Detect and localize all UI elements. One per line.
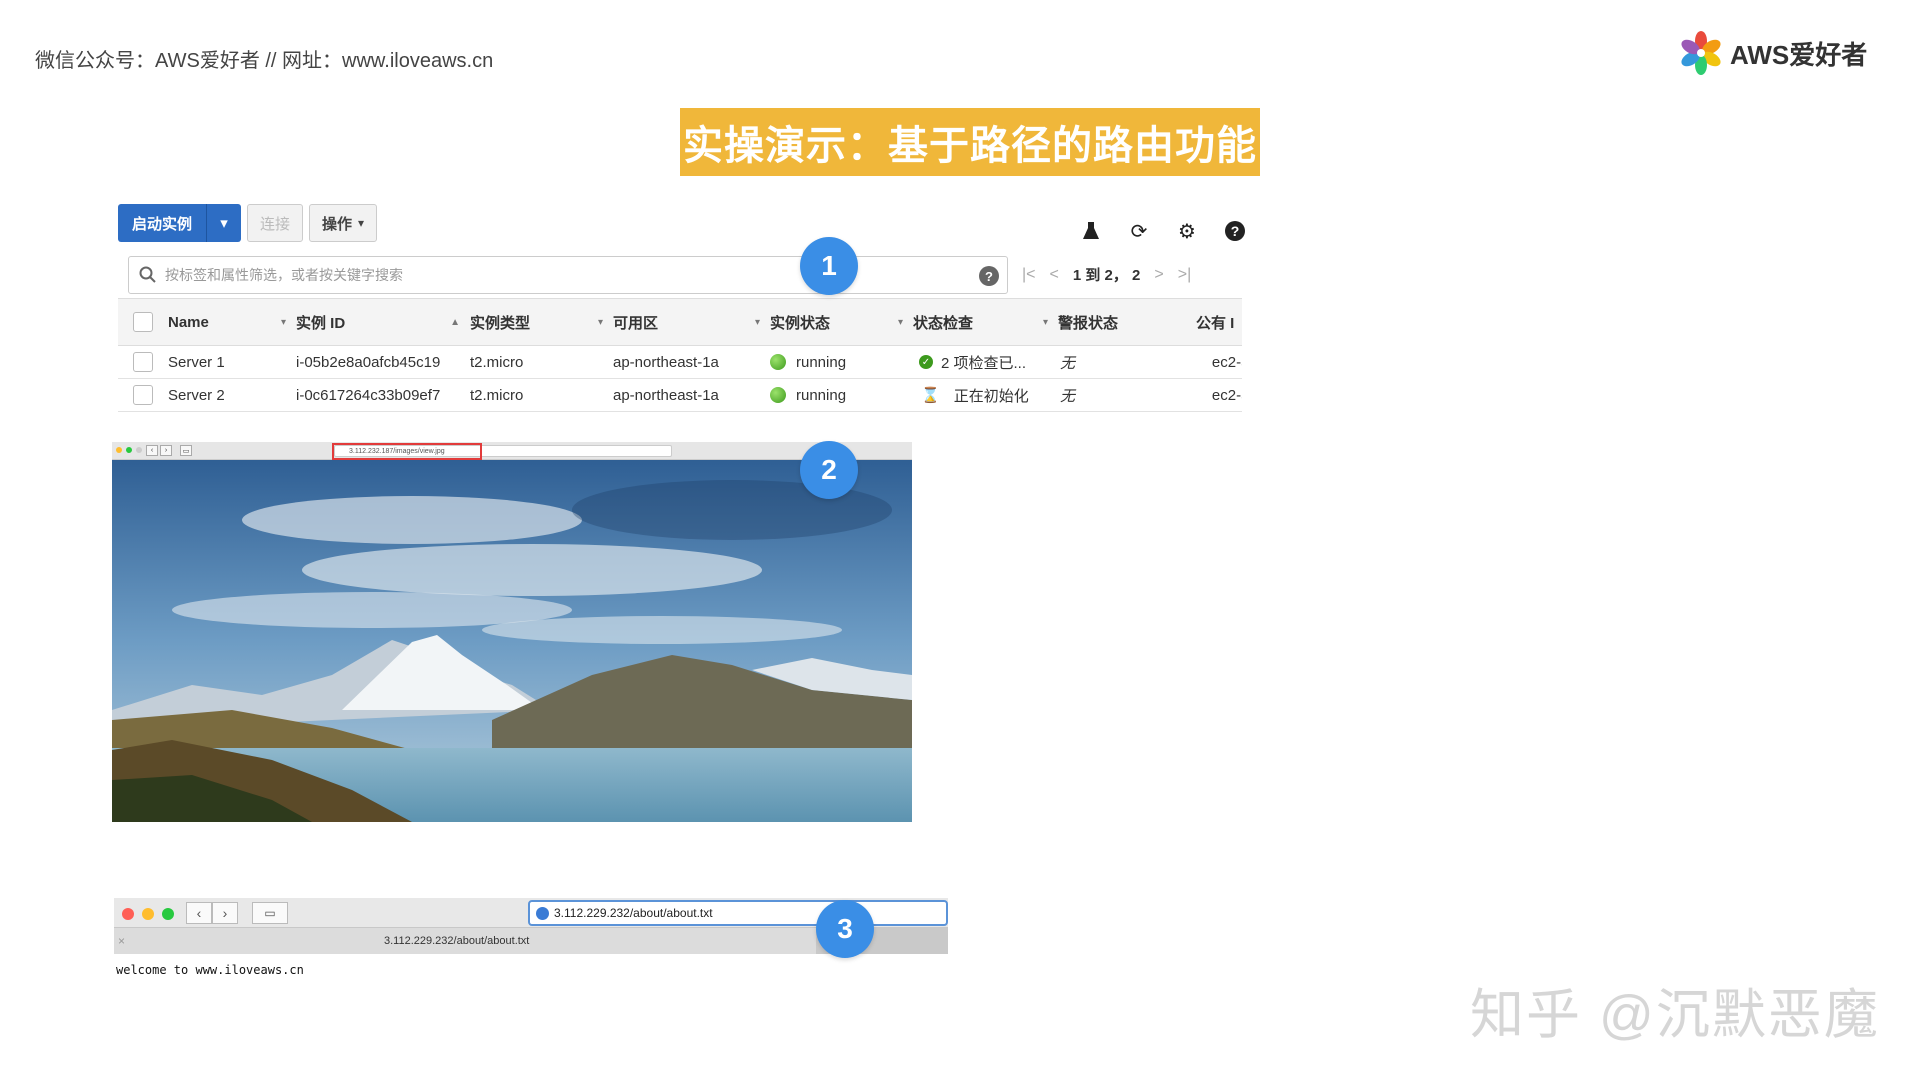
refresh-icon[interactable]: ⟳ — [1128, 220, 1150, 243]
window-controls — [122, 908, 174, 920]
running-status-icon — [770, 354, 786, 370]
cell-public: 🔔ec2-5 — [1211, 386, 1242, 404]
slide-title: 实操演示：基于路径的路由功能 — [680, 108, 1260, 176]
cell-type: t2.micro — [470, 353, 524, 371]
connect-button[interactable]: 连接 — [247, 204, 304, 242]
maximize-dot[interactable] — [162, 908, 174, 920]
cell-status-check[interactable]: ⌛ 正在初始化 — [913, 385, 1058, 406]
step-badge-1: 1 — [800, 237, 858, 295]
column-header[interactable]: 警报状态 — [1058, 312, 1196, 333]
watermark-text: 知乎 @沉默恶魔 — [1470, 985, 1880, 1045]
pager-text: 1 到 2， 2 — [1072, 267, 1141, 284]
tab-title: 3.112.229.232/about/about.txt — [384, 935, 530, 947]
search-input[interactable]: 按标签和属性筛选，或者按关键字搜索 ? — [128, 256, 1008, 294]
ec2-console: 启动实例 ▾ 连接 操作 ▾ ⟳ ⚙ ? 按标签和属性筛选，或者按关键字搜索 ?… — [112, 198, 1245, 416]
search-placeholder: 按标签和属性筛选，或者按关键字搜索 — [165, 267, 403, 283]
cell-instance-id: i-0c617264c33b09ef7 — [296, 386, 441, 404]
cell-az: ap-northeast-1a — [613, 386, 719, 404]
search-help-icon[interactable]: ? — [979, 266, 999, 286]
globe-icon — [536, 907, 549, 920]
browser-image-window: ‹ › ▭ 3.112.232.187/images/view.jpg — [112, 442, 912, 822]
window-controls — [116, 447, 142, 453]
table-row[interactable]: Server 1 i-05b2e8a0afcb45c19 t2.micro ap… — [118, 346, 1242, 379]
flask-icon[interactable] — [1080, 220, 1102, 242]
cell-status-check[interactable]: ✓ 2 项检查已... — [913, 352, 1058, 373]
row-checkbox[interactable] — [118, 352, 168, 372]
chevron-down-icon[interactable]: ▾ — [207, 204, 241, 242]
prev-page-icon[interactable]: < — [1050, 266, 1059, 284]
nav-buttons: ‹ › — [186, 902, 238, 924]
row-checkbox[interactable] — [118, 385, 168, 405]
cell-name: Server 1 — [168, 353, 225, 371]
cell-instance-id: i-05b2e8a0afcb45c19 — [296, 353, 441, 371]
cell-type: t2.micro — [470, 386, 524, 404]
url-highlight-box — [332, 443, 482, 460]
aws-logo: AWS爱好者 — [1678, 30, 1867, 76]
forward-icon[interactable]: › — [160, 445, 172, 456]
instances-table: Name ▾ 实例 ID ▲ 实例类型 ▾ 可用区 ▾ 实例状态 ▾ 状态检查 ▾ 警报状态… — [118, 298, 1242, 412]
cell-name: Server 2 — [168, 386, 225, 404]
column-header[interactable]: 公有 I — [1196, 312, 1242, 333]
forward-icon[interactable]: › — [212, 902, 238, 924]
toolbar-icons: ⟳ ⚙ ? — [1080, 220, 1246, 243]
hourglass-icon: ⌛ — [921, 387, 940, 404]
last-page-icon[interactable]: >| — [1178, 266, 1192, 284]
column-header[interactable]: 状态检查 ▾ — [913, 312, 1058, 333]
chevron-down-icon: ▾ — [358, 216, 365, 230]
search-icon — [139, 266, 156, 283]
nav-buttons: ‹ › ▭ — [146, 445, 192, 456]
cell-alarm: 无 — [1060, 387, 1076, 405]
cell-az: ap-northeast-1a — [613, 353, 719, 371]
minimize-dot[interactable] — [142, 908, 154, 920]
column-header[interactable]: 实例状态 ▾ — [770, 312, 913, 333]
launch-label: 启动实例 — [118, 204, 208, 242]
browser-toolbar: ‹ › ▭ 3.112.232.187/images/view.jpg — [112, 442, 912, 460]
header-text: 微信公众号：AWS爱好者 // 网址：www.iloveaws.cn — [35, 50, 494, 72]
column-header[interactable]: 实例类型 ▾ — [470, 312, 613, 333]
close-dot[interactable] — [122, 908, 134, 920]
next-page-icon[interactable]: > — [1154, 266, 1163, 284]
running-status-icon — [770, 387, 786, 403]
help-icon[interactable]: ? — [1224, 220, 1246, 242]
column-header[interactable]: 可用区 ▾ — [613, 312, 770, 333]
gear-icon[interactable]: ⚙ — [1176, 220, 1198, 243]
url-text: 3.112.229.232/about/about.txt — [554, 906, 713, 920]
actions-button[interactable]: 操作 ▾ — [309, 204, 378, 242]
pagination: |< < 1 到 2， 2 > >| — [1022, 264, 1191, 285]
column-header[interactable]: 实例 ID ▲ — [296, 312, 470, 333]
flower-logo-icon — [1681, 31, 1721, 75]
sidebar-icon[interactable]: ▭ — [252, 902, 288, 924]
cell-public: 🔔ec2-5 — [1211, 353, 1242, 371]
table-row[interactable]: Server 2 i-0c617264c33b09ef7 t2.micro ap… — [118, 379, 1242, 412]
table-header: Name ▾ 实例 ID ▲ 实例类型 ▾ 可用区 ▾ 实例状态 ▾ 状态检查 ▾ 警报状态… — [118, 298, 1242, 346]
cell-state: running — [770, 354, 913, 371]
sidebar-icon[interactable]: ▭ — [180, 445, 192, 456]
cell-state: running — [770, 387, 913, 404]
back-icon[interactable]: ‹ — [146, 445, 158, 456]
svg-text:?: ? — [1231, 223, 1240, 239]
first-page-icon[interactable]: |< — [1022, 266, 1036, 284]
check-ok-icon: ✓ — [919, 355, 933, 369]
step-badge-3: 3 — [816, 900, 874, 958]
page-body-text: welcome to www.iloveaws.cn — [116, 963, 304, 977]
launch-instance-button[interactable]: 启动实例 ▾ — [118, 204, 242, 242]
back-icon[interactable]: ‹ — [186, 902, 212, 924]
logo-text: AWS爱好者 — [1730, 39, 1868, 70]
address-bar[interactable]: 3.112.229.232/about/about.txt — [528, 900, 948, 926]
step-badge-2: 2 — [800, 441, 858, 499]
column-header[interactable]: Name ▾ — [168, 314, 296, 331]
actions-label: 操作 — [322, 215, 353, 233]
console-toolbar: 启动实例 ▾ 连接 操作 ▾ — [118, 204, 378, 242]
cell-alarm: 无 — [1060, 354, 1076, 372]
landscape-image — [112, 460, 912, 822]
close-icon[interactable]: × — [118, 934, 125, 948]
select-all-checkbox[interactable] — [118, 312, 168, 332]
